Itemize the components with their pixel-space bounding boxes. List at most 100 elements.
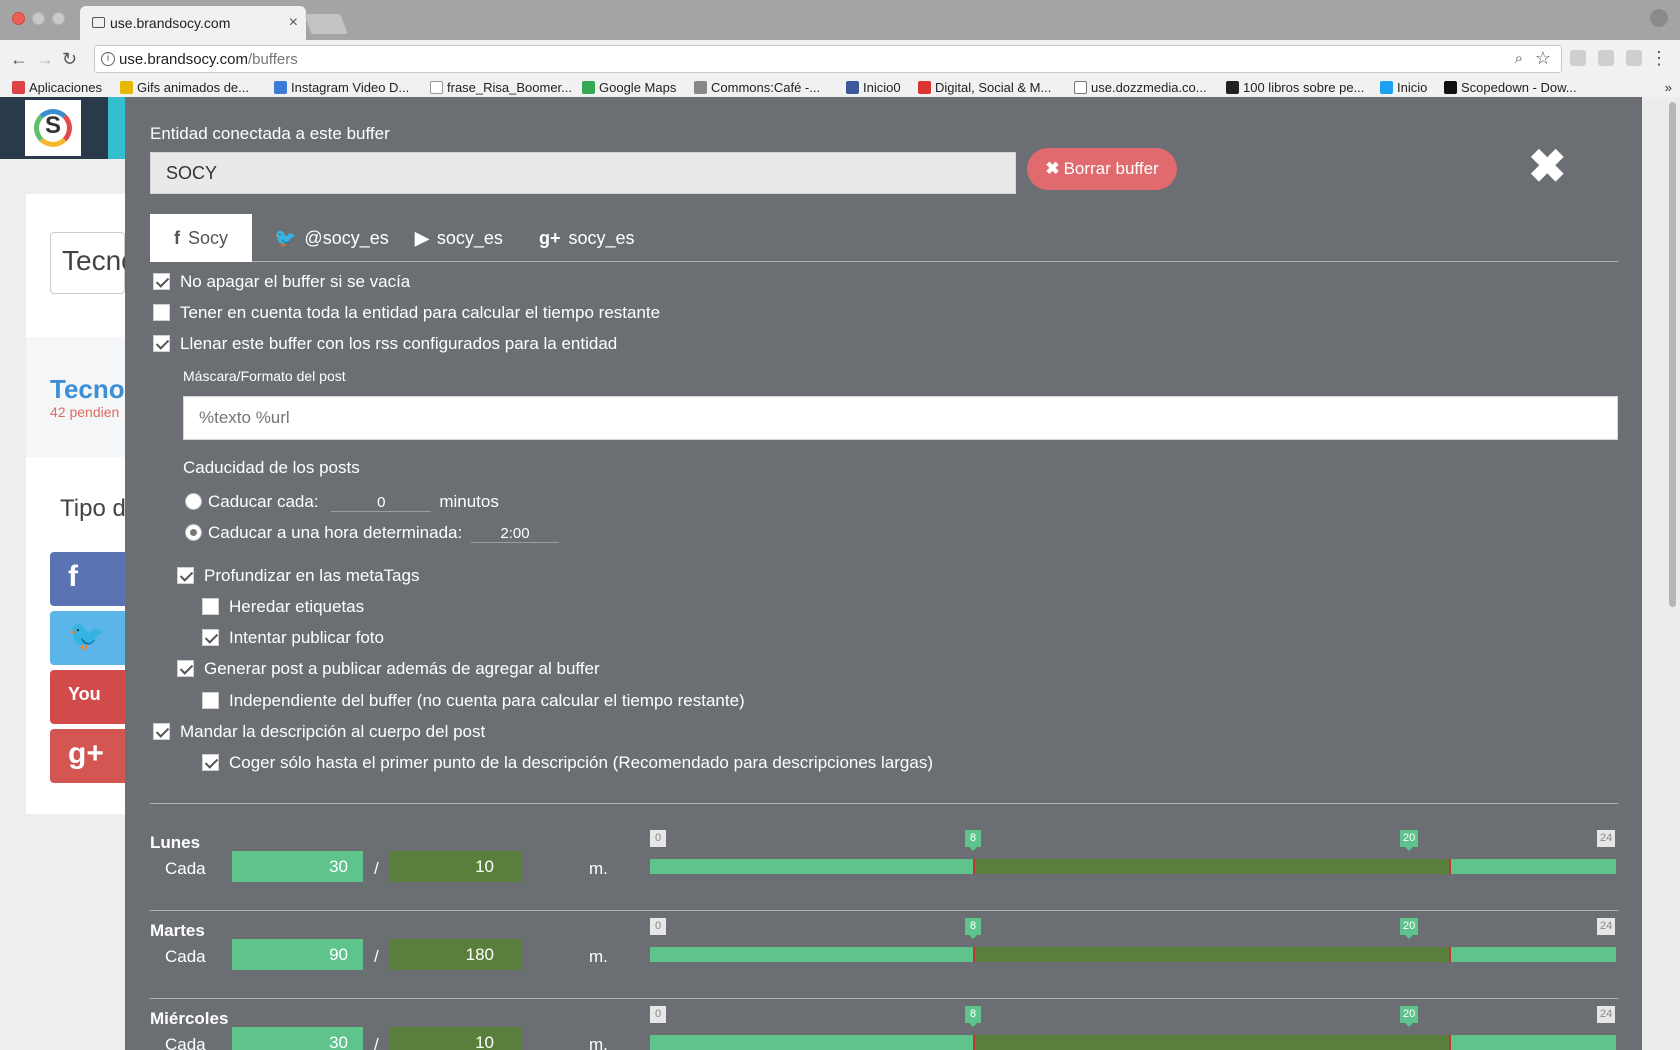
- bookmark-item[interactable]: Inicio0: [846, 80, 901, 95]
- interval-peak-input[interactable]: 90: [232, 939, 363, 970]
- checkbox-checked[interactable]: [177, 660, 194, 677]
- option-heredar[interactable]: Heredar etiquetas: [202, 597, 364, 617]
- back-arrow-icon[interactable]: ←: [10, 49, 28, 70]
- extension-doc-icon[interactable]: [1598, 50, 1614, 66]
- hour-range-slider[interactable]: [650, 947, 1616, 962]
- bookmark-item[interactable]: Digital, Social & M...: [918, 80, 1051, 95]
- profile-icon[interactable]: [1650, 9, 1668, 27]
- slider-start-handle[interactable]: [973, 1035, 975, 1050]
- option-profundizar[interactable]: Profundizar en las metaTags: [177, 566, 419, 586]
- new-tab-button[interactable]: [304, 14, 348, 34]
- option-independiente[interactable]: Independiente del buffer (no cuenta para…: [202, 691, 745, 711]
- interval-offpeak-input[interactable]: 10: [390, 851, 521, 882]
- bookmark-item[interactable]: 100 libros sobre pe...: [1226, 80, 1364, 95]
- reload-icon[interactable]: ↻: [62, 49, 77, 70]
- window-close-button[interactable]: [12, 12, 25, 25]
- tab-socy-youtube[interactable]: ▶ socy_es: [391, 214, 527, 262]
- bookmark-item[interactable]: Instagram Video D...: [274, 80, 409, 95]
- bookmark-item[interactable]: frase_Risa_Boomer...: [430, 80, 572, 95]
- range-start-tick[interactable]: 8: [965, 918, 981, 939]
- tab-title: use.brandsocy.com: [110, 15, 231, 31]
- twitter-button[interactable]: 🐦: [50, 611, 125, 665]
- bookmark-item[interactable]: use.dozzmedia.co...: [1074, 80, 1207, 95]
- tab-socy-googleplus[interactable]: g+ socy_es: [515, 214, 659, 262]
- option-mandar-desc[interactable]: Mandar la descripción al cuerpo del post: [153, 722, 485, 742]
- info-icon[interactable]: i: [101, 52, 115, 66]
- mask-format-input[interactable]: [183, 396, 1618, 440]
- checkbox-unchecked[interactable]: [202, 692, 219, 709]
- interval-offpeak-input[interactable]: 10: [390, 1027, 521, 1050]
- window-minimize-button[interactable]: [32, 12, 45, 25]
- delete-buffer-button[interactable]: ✖ Borrar buffer: [1027, 148, 1177, 190]
- range-end-tick[interactable]: 20: [1400, 1006, 1419, 1027]
- forward-arrow-icon[interactable]: →: [36, 49, 54, 70]
- range-end-tick[interactable]: 20: [1400, 918, 1419, 939]
- bookmark-favicon-icon: [120, 81, 133, 94]
- bookmark-item[interactable]: Gifs animados de...: [120, 80, 249, 95]
- slider-end-handle[interactable]: [1449, 1035, 1451, 1050]
- window-zoom-button[interactable]: [52, 12, 65, 25]
- option-generar-post[interactable]: Generar post a publicar además de agrega…: [177, 659, 600, 679]
- zoom-icon[interactable]: ⌕: [1515, 50, 1523, 67]
- unit-label: m.: [589, 947, 608, 966]
- bookmark-favicon-icon: [918, 81, 931, 94]
- entity-select[interactable]: [150, 152, 1016, 194]
- bookmarks-more-button[interactable]: »: [1665, 80, 1672, 95]
- bookmark-item[interactable]: Google Maps: [582, 80, 676, 95]
- radio-unselected[interactable]: [185, 493, 202, 510]
- range-start-tick[interactable]: 8: [965, 1006, 981, 1027]
- checkbox-checked[interactable]: [153, 335, 170, 352]
- bookmark-item[interactable]: Commons:Café -...: [694, 80, 820, 95]
- option-caducar-hora[interactable]: Caducar a una hora determinada: 2:00: [185, 523, 559, 543]
- close-modal-icon[interactable]: ✖: [1528, 143, 1567, 189]
- checkbox-checked[interactable]: [202, 754, 219, 771]
- option-tener-cuenta[interactable]: Tener en cuenta toda la entidad para cal…: [153, 303, 660, 323]
- range-min-tick: 0: [650, 918, 666, 935]
- slider-end-handle[interactable]: [1449, 947, 1451, 962]
- interval-peak-input[interactable]: 30: [232, 1027, 363, 1050]
- range-start-tick[interactable]: 8: [965, 830, 981, 851]
- checkbox-unchecked[interactable]: [202, 598, 219, 615]
- checkbox-checked[interactable]: [177, 567, 194, 584]
- brandsocy-logo[interactable]: S: [25, 100, 81, 156]
- tab-close-icon[interactable]: ×: [289, 14, 298, 32]
- slider-start-handle[interactable]: [973, 859, 975, 874]
- option-coger-solo[interactable]: Coger sólo hasta el primer punto de la d…: [202, 753, 933, 773]
- option-caducar-cada[interactable]: Caducar cada: 0 minutos: [185, 492, 499, 512]
- tab-socy-twitter[interactable]: 🐦 @socy_es: [250, 214, 413, 262]
- bookmark-item[interactable]: Aplicaciones: [12, 80, 102, 95]
- facebook-button[interactable]: f: [50, 552, 125, 606]
- bookmark-item[interactable]: Scopedown - Dow...: [1444, 80, 1577, 95]
- caducar-minutes-input[interactable]: 0: [331, 494, 432, 512]
- range-max-tick: 24: [1597, 830, 1616, 847]
- maps-icon: [582, 81, 595, 94]
- checkbox-checked[interactable]: [153, 723, 170, 740]
- extension-cloud-icon[interactable]: [1570, 50, 1586, 66]
- option-intentar-foto[interactable]: Intentar publicar foto: [202, 628, 384, 648]
- hour-range-slider[interactable]: [650, 859, 1616, 874]
- bookmark-star-icon[interactable]: ☆: [1535, 48, 1551, 69]
- extension-c-icon[interactable]: [1626, 50, 1642, 66]
- hour-range-slider[interactable]: [650, 1035, 1616, 1050]
- radio-selected[interactable]: [185, 524, 202, 541]
- tab-socy-facebook[interactable]: f Socy: [150, 214, 253, 262]
- caducar-hour-input[interactable]: 2:00: [470, 525, 559, 543]
- browser-menu-icon[interactable]: ⋮: [1650, 48, 1668, 69]
- slider-end-handle[interactable]: [1449, 859, 1451, 874]
- background-buffer-title[interactable]: Tecno: [50, 374, 125, 405]
- bookmark-item[interactable]: Inicio: [1380, 80, 1427, 95]
- option-no-apagar[interactable]: No apagar el buffer si se vacía: [153, 272, 410, 292]
- slider-start-handle[interactable]: [973, 947, 975, 962]
- google-plus-button[interactable]: g+: [50, 729, 125, 783]
- range-end-tick[interactable]: 20: [1400, 830, 1419, 851]
- checkbox-checked[interactable]: [153, 273, 170, 290]
- interval-offpeak-input[interactable]: 180: [390, 939, 521, 970]
- interval-peak-input[interactable]: 30: [232, 851, 363, 882]
- page-scrollbar-thumb[interactable]: [1669, 102, 1676, 607]
- browser-tab[interactable]: use.brandsocy.com ×: [80, 6, 306, 40]
- option-llenar-rss[interactable]: Llenar este buffer con los rss configura…: [153, 334, 617, 354]
- address-bar[interactable]: i use.brandsocy.com/buffers ⌕ ☆: [94, 45, 1562, 73]
- checkbox-unchecked[interactable]: [153, 304, 170, 321]
- checkbox-checked[interactable]: [202, 629, 219, 646]
- youtube-button[interactable]: You: [50, 670, 125, 724]
